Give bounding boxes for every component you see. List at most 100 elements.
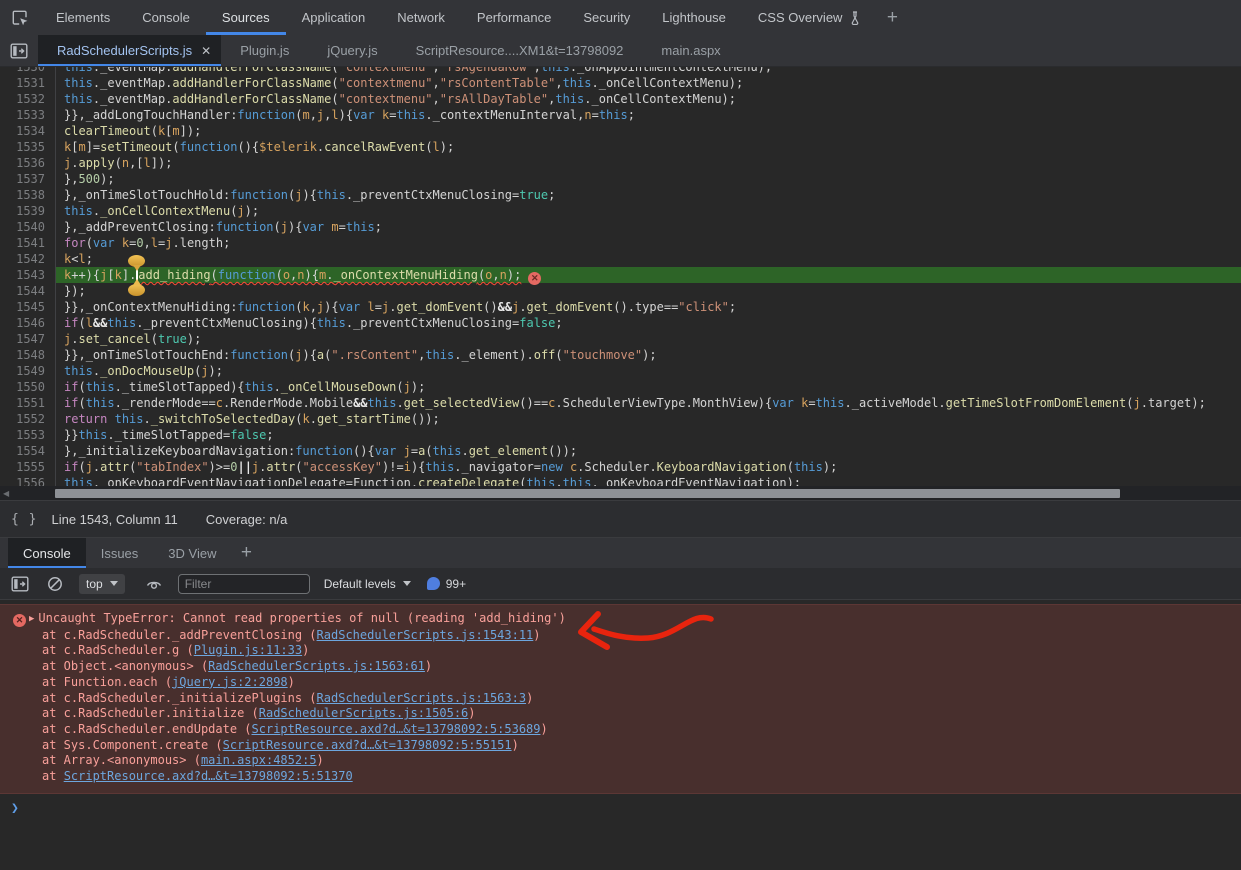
code-token: ( [555, 348, 562, 362]
code-line-1543: 1543k++){j[k].add_hiding(function(o,n){m… [0, 267, 1241, 283]
inspect-element-icon[interactable] [0, 0, 40, 35]
line-number[interactable]: 1536 [0, 155, 56, 171]
line-number[interactable]: 1555 [0, 459, 56, 475]
pretty-print-button[interactable]: { } [11, 512, 37, 527]
source-link[interactable]: jQuery.js:2:2898 [172, 675, 288, 689]
line-number[interactable]: 1553 [0, 427, 56, 443]
file-tab-plugin-js[interactable]: Plugin.js [221, 35, 308, 66]
tab-console[interactable]: Console [126, 0, 206, 35]
line-number[interactable]: 1545 [0, 299, 56, 315]
issues-counter[interactable]: 99+ [427, 577, 466, 591]
drawer-tab-console[interactable]: Console [8, 538, 86, 568]
code-line-1554: 1554},_initializeKeyboardNavigation:func… [0, 443, 1241, 459]
source-link[interactable]: ScriptResource.axd?d…&t=13798092:5:53689 [252, 722, 541, 736]
code-token: get_startTime [317, 412, 411, 426]
source-link[interactable]: Plugin.js:11:33 [194, 643, 302, 657]
line-number[interactable]: 1530 [0, 67, 56, 75]
line-number[interactable]: 1549 [0, 363, 56, 379]
tab-lighthouse[interactable]: Lighthouse [646, 0, 742, 35]
code-line-1546: 1546if(l&&this._preventCtxMenuClosing){t… [0, 315, 1241, 331]
code-token: ; [223, 236, 230, 250]
line-number[interactable]: 1544 [0, 283, 56, 299]
tab-performance[interactable]: Performance [461, 0, 567, 35]
code-token: . [346, 316, 353, 330]
drawer-tab-issues[interactable]: Issues [86, 538, 154, 568]
line-number[interactable]: 1550 [0, 379, 56, 395]
line-number[interactable]: 1533 [0, 107, 56, 123]
code-token: i [404, 460, 411, 474]
tab-network[interactable]: Network [381, 0, 461, 35]
console-filter-input[interactable] [178, 574, 310, 594]
scrollbar-thumb[interactable] [55, 489, 1120, 498]
line-number[interactable]: 1542 [0, 251, 56, 267]
line-number[interactable]: 1534 [0, 123, 56, 139]
code-token: , [433, 76, 440, 90]
source-link[interactable]: ScriptResource.axd?d…&t=13798092:5:51370 [64, 769, 353, 783]
line-number[interactable]: 1552 [0, 411, 56, 427]
error-icon: ✕ [13, 614, 26, 627]
show-console-sidebar-icon[interactable] [11, 576, 29, 592]
code-token: () [483, 300, 497, 314]
line-number[interactable]: 1531 [0, 75, 56, 91]
selection-handle-bottom[interactable] [128, 284, 145, 296]
more-panels-button[interactable]: + [877, 0, 907, 35]
code-editor[interactable]: 1530this._eventMap.addHandlerForClassNam… [0, 67, 1241, 486]
line-number[interactable]: 1554 [0, 443, 56, 459]
source-link[interactable]: RadSchedulerScripts.js:1543:11 [317, 628, 534, 642]
tab-elements[interactable]: Elements [40, 0, 126, 35]
code-token: : [209, 220, 216, 234]
more-drawer-tabs-button[interactable]: + [231, 538, 261, 568]
tab-css-overview[interactable]: CSS Overview [742, 0, 878, 35]
line-number[interactable]: 1539 [0, 203, 56, 219]
console-prompt[interactable]: ❯ [0, 801, 1241, 816]
code-token: ( [78, 316, 85, 330]
tab-label: Console [142, 10, 190, 25]
line-content: }},_onTimeSlotTouchEnd:function(j){a(".r… [56, 347, 1241, 363]
file-tab-scriptresource-xm1-t-13798092[interactable]: ScriptResource....XM1&t=13798092 [397, 35, 643, 66]
line-number[interactable]: 1540 [0, 219, 56, 235]
code-token: , [144, 236, 151, 250]
scrollbar-left-arrow-icon[interactable]: ◀ [3, 489, 9, 498]
line-number[interactable]: 1548 [0, 347, 56, 363]
line-number[interactable]: 1543 [0, 267, 56, 283]
line-number[interactable]: 1535 [0, 139, 56, 155]
line-number[interactable]: 1541 [0, 235, 56, 251]
drawer-tab-3d-view[interactable]: 3D View [153, 538, 231, 568]
file-tab-jquery-js[interactable]: jQuery.js [308, 35, 396, 66]
code-line-1538: 1538},_onTimeSlotTouchHold:function(j){t… [0, 187, 1241, 203]
line-number[interactable]: 1551 [0, 395, 56, 411]
clear-console-icon[interactable] [47, 576, 63, 592]
create-live-expression-icon[interactable] [145, 576, 163, 592]
code-token: ); [187, 332, 201, 346]
source-link[interactable]: RadSchedulerScripts.js:1563:3 [317, 691, 527, 705]
code-token: function [230, 348, 288, 362]
line-number[interactable]: 1538 [0, 187, 56, 203]
selection-handle-top[interactable] [128, 255, 145, 267]
tab-sources[interactable]: Sources [206, 0, 286, 35]
source-link[interactable]: main.aspx:4852:5 [201, 753, 317, 767]
source-link[interactable]: RadSchedulerScripts.js:1505:6 [259, 706, 469, 720]
code-token: ); [440, 140, 454, 154]
line-content: },_onTimeSlotTouchHold:function(j){this.… [56, 187, 1241, 203]
line-number[interactable]: 1556 [0, 475, 56, 486]
line-number[interactable]: 1537 [0, 171, 56, 187]
line-number[interactable]: 1547 [0, 331, 56, 347]
code-token: ); [729, 76, 743, 90]
line-number[interactable]: 1532 [0, 91, 56, 107]
editor-horizontal-scrollbar[interactable]: ◀ [0, 486, 1241, 500]
file-tab-radschedulerscripts-js[interactable]: RadSchedulerScripts.js✕ [38, 35, 221, 66]
tab-security[interactable]: Security [567, 0, 646, 35]
expand-triangle-icon[interactable]: ▶ [29, 614, 34, 624]
code-token: _initializeKeyboardNavigation [78, 444, 288, 458]
source-link[interactable]: RadSchedulerScripts.js:1563:61 [208, 659, 425, 673]
tab-application[interactable]: Application [286, 0, 382, 35]
source-link[interactable]: ScriptResource.axd?d…&t=13798092:5:55151 [223, 738, 512, 752]
line-number[interactable]: 1546 [0, 315, 56, 331]
close-icon[interactable]: ✕ [201, 44, 211, 58]
code-token: j [404, 444, 411, 458]
file-tab-main-aspx[interactable]: main.aspx [642, 35, 739, 66]
show-navigator-icon[interactable] [0, 35, 38, 66]
execution-context-selector[interactable]: top [79, 574, 125, 594]
log-levels-dropdown[interactable]: Default levels [324, 577, 411, 591]
code-token: this [396, 108, 425, 122]
